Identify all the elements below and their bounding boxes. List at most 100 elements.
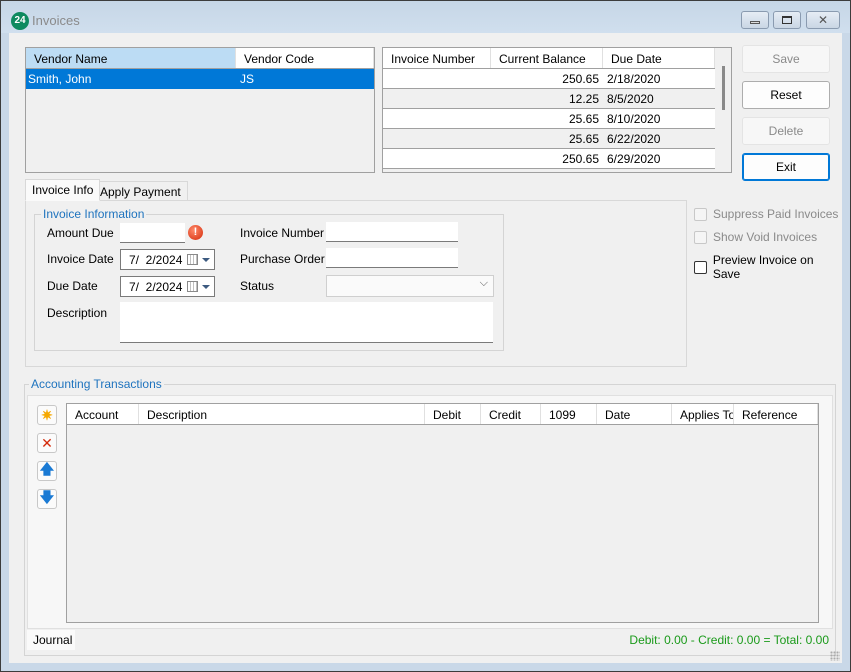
column-header-account[interactable]: Account bbox=[67, 404, 139, 424]
invoice-row[interactable]: 25.65 6/22/2020 bbox=[383, 129, 715, 149]
invoice-row[interactable]: 250.65 2/18/2020 bbox=[383, 69, 715, 89]
minimize-button[interactable] bbox=[741, 11, 769, 29]
vendor-grid[interactable]: Vendor Name Vendor Code Smith, John JS bbox=[25, 47, 375, 173]
window-title: Invoices bbox=[32, 13, 80, 28]
close-icon: ✕ bbox=[817, 13, 829, 27]
invoice-row[interactable]: 250.65 6/29/2020 bbox=[383, 149, 715, 169]
column-header-1099[interactable]: 1099 bbox=[541, 404, 597, 424]
suppress-paid-invoices-label: Suppress Paid Invoices bbox=[713, 207, 839, 221]
tab-journal[interactable]: Journal bbox=[27, 630, 75, 650]
checkbox-box[interactable] bbox=[694, 207, 707, 221]
current-balance-cell: 250.65 bbox=[562, 152, 599, 166]
due-date-cell: 2/18/2020 bbox=[607, 72, 661, 86]
save-button[interactable]: Save bbox=[742, 45, 830, 73]
exit-button[interactable]: Exit bbox=[742, 153, 830, 181]
status-select[interactable]: ⌵ bbox=[326, 275, 494, 297]
invoice-grid[interactable]: Invoice Number Current Balance Due Date … bbox=[382, 47, 732, 173]
tab-invoice-info[interactable]: Invoice Info bbox=[25, 179, 101, 201]
delete-button[interactable]: Delete bbox=[742, 117, 830, 145]
move-up-button[interactable]: 🡅 bbox=[37, 461, 57, 481]
column-header-invoice-number[interactable]: Invoice Number bbox=[383, 48, 491, 68]
invoice-grid-header: Invoice Number Current Balance Due Date bbox=[383, 48, 715, 69]
move-up-icon: 🡅 bbox=[39, 461, 55, 477]
due-date-cell: 6/29/2020 bbox=[607, 152, 661, 166]
invoice-rows: 250.65 2/18/2020 12.25 8/5/2020 25.65 8/10/20… bbox=[383, 69, 715, 169]
status-label: Status bbox=[240, 279, 275, 293]
move-down-icon: 🡇 bbox=[39, 489, 55, 505]
close-button[interactable]: ✕ bbox=[806, 11, 840, 29]
invoice-row[interactable]: 25.65 8/10/2020 bbox=[383, 109, 715, 129]
purchase-order-input[interactable] bbox=[326, 248, 458, 268]
column-header-date[interactable]: Date bbox=[597, 404, 672, 424]
amount-due-label: Amount Due bbox=[47, 226, 114, 240]
invoice-number-input[interactable] bbox=[326, 222, 458, 242]
column-header-vendor-code[interactable]: Vendor Code bbox=[236, 48, 374, 68]
column-header-description[interactable]: Description bbox=[139, 404, 425, 424]
invoice-number-cell bbox=[383, 69, 491, 88]
invoice-info-panel: Invoice Information Amount Due ! Invoice… bbox=[25, 200, 687, 367]
delete-transaction-button[interactable]: ✕ bbox=[37, 433, 57, 453]
invoice-date-value: 7/ 2/2024 bbox=[129, 253, 183, 267]
totals-summary: Debit: 0.00 - Credit: 0.00 = Total: 0.00 bbox=[629, 633, 829, 647]
invoice-date-picker[interactable]: 7/ 2/2024 bbox=[120, 249, 215, 270]
checkbox-box[interactable] bbox=[694, 260, 707, 274]
scrollbar-thumb[interactable] bbox=[722, 66, 725, 110]
vendor-name-cell: Smith, John bbox=[28, 72, 92, 86]
show-void-invoices-checkbox[interactable]: Show Void Invoices bbox=[694, 230, 817, 244]
due-date-label: Due Date bbox=[47, 279, 98, 293]
due-date-cell: 8/10/2020 bbox=[607, 112, 661, 126]
invoice-number-cell bbox=[383, 129, 491, 148]
column-header-reference[interactable]: Reference bbox=[734, 404, 818, 424]
restore-button[interactable] bbox=[773, 11, 801, 29]
accounting-transactions-group: Accounting Transactions ✷ ✕ 🡅 🡇 Account … bbox=[24, 377, 836, 656]
error-icon: ! bbox=[188, 225, 203, 240]
invoice-grid-scrollbar[interactable] bbox=[715, 48, 731, 172]
vendor-row[interactable]: Smith, John JS bbox=[26, 69, 374, 89]
minimize-icon bbox=[750, 20, 760, 24]
restore-icon bbox=[782, 16, 792, 24]
invoice-number-label: Invoice Number bbox=[240, 226, 325, 240]
column-header-applies-to[interactable]: Applies To bbox=[672, 404, 734, 424]
resize-grip-icon[interactable] bbox=[830, 651, 840, 661]
delete-icon: ✕ bbox=[41, 434, 53, 451]
tab-apply-payment[interactable]: Apply Payment bbox=[93, 181, 188, 201]
dropdown-arrow-icon[interactable] bbox=[202, 258, 210, 262]
calendar-icon[interactable] bbox=[187, 254, 198, 265]
purchase-order-label: Purchase Order bbox=[240, 252, 325, 266]
current-balance-cell: 250.65 bbox=[562, 72, 599, 86]
column-header-vendor-name[interactable]: Vendor Name bbox=[26, 48, 236, 68]
reset-button[interactable]: Reset bbox=[742, 81, 830, 109]
invoices-window: 24 Invoices ✕ Vendor Name Vendor Code Sm… bbox=[0, 0, 851, 672]
preview-invoice-on-save-label: Preview Invoice on Save bbox=[712, 253, 814, 281]
column-header-current-balance[interactable]: Current Balance bbox=[491, 48, 603, 68]
invoice-number-cell bbox=[383, 89, 491, 108]
column-header-credit[interactable]: Credit bbox=[481, 404, 541, 424]
column-header-debit[interactable]: Debit bbox=[425, 404, 481, 424]
client-area: Vendor Name Vendor Code Smith, John JS I… bbox=[9, 33, 842, 663]
invoice-row[interactable]: 12.25 8/5/2020 bbox=[383, 89, 715, 109]
preview-invoice-on-save-checkbox[interactable]: Preview Invoice on Save bbox=[694, 253, 842, 281]
amount-due-input[interactable] bbox=[120, 223, 185, 243]
vendor-grid-header: Vendor Name Vendor Code bbox=[26, 48, 374, 69]
app-logo-icon: 24 bbox=[11, 12, 29, 30]
column-header-due-date[interactable]: Due Date bbox=[603, 48, 715, 68]
move-down-button[interactable]: 🡇 bbox=[37, 489, 57, 509]
accounting-transactions-title: Accounting Transactions bbox=[29, 377, 164, 391]
add-transaction-button[interactable]: ✷ bbox=[37, 405, 57, 425]
due-date-picker[interactable]: 7/ 2/2024 bbox=[120, 276, 215, 297]
suppress-paid-invoices-checkbox[interactable]: Suppress Paid Invoices bbox=[694, 207, 838, 221]
due-date-cell: 6/22/2020 bbox=[607, 132, 661, 146]
calendar-icon[interactable] bbox=[187, 281, 198, 292]
current-balance-cell: 12.25 bbox=[568, 92, 599, 106]
title-bar: 24 Invoices ✕ bbox=[1, 1, 850, 33]
due-date-value: 7/ 2/2024 bbox=[129, 280, 183, 294]
checkbox-box[interactable] bbox=[694, 230, 707, 244]
description-input[interactable] bbox=[120, 302, 493, 343]
invoice-number-cell bbox=[383, 109, 491, 128]
show-void-invoices-label: Show Void Invoices bbox=[713, 230, 818, 244]
transactions-grid[interactable]: Account Description Debit Credit 1099 Da… bbox=[66, 403, 819, 623]
dropdown-arrow-icon[interactable] bbox=[202, 285, 210, 289]
due-date-cell: 8/5/2020 bbox=[607, 92, 654, 106]
vendor-code-cell: JS bbox=[240, 72, 255, 86]
invoice-information-group: Invoice Information Amount Due ! Invoice… bbox=[34, 207, 504, 351]
